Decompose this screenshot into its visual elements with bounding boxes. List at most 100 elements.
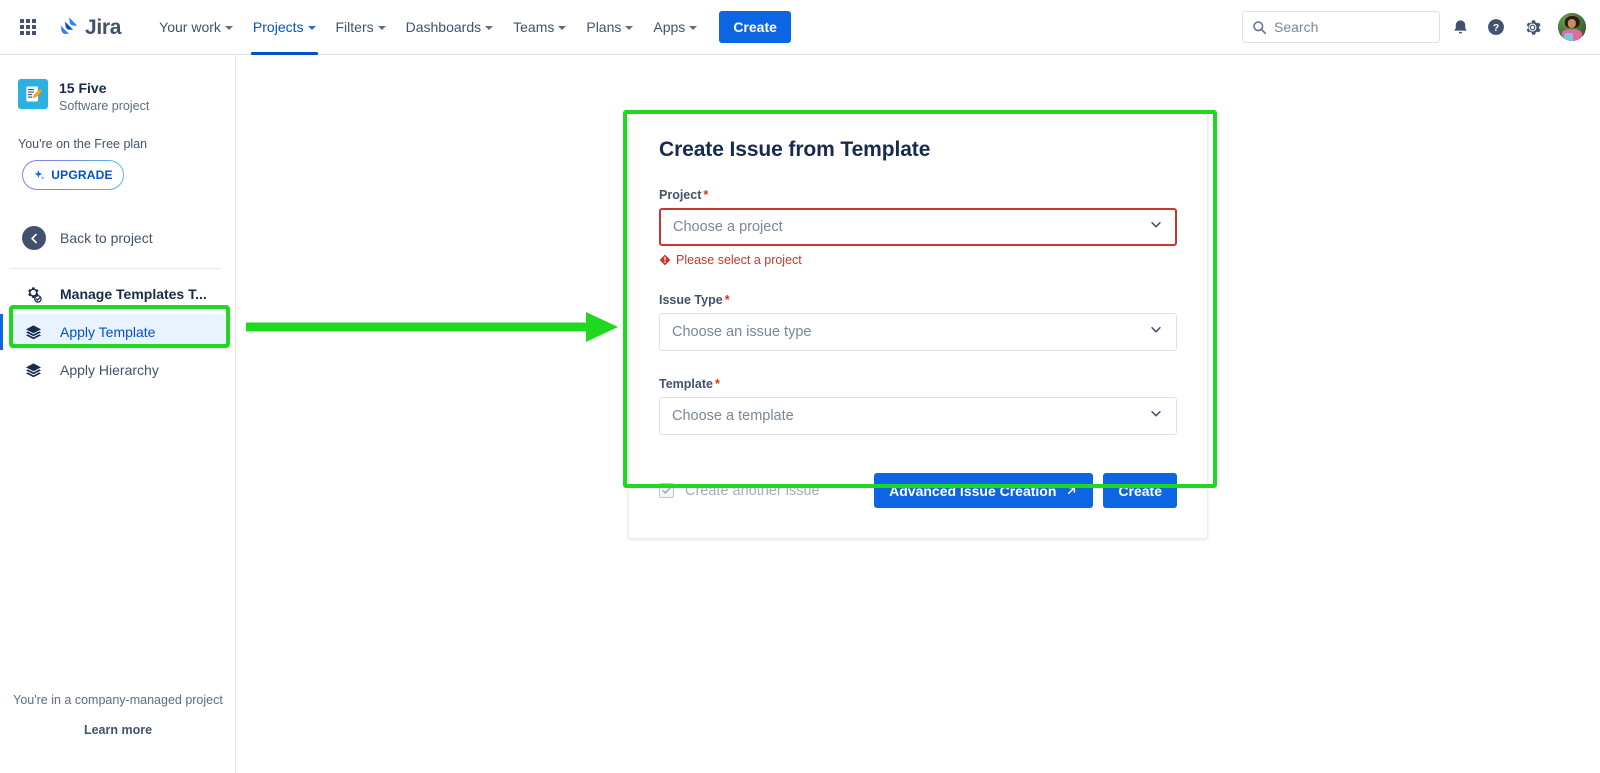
required-asterisk: * xyxy=(715,377,720,391)
card-actions: Create another issue Advanced Issue Crea… xyxy=(659,473,1177,508)
sidebar-item-label: Manage Templates T... xyxy=(60,286,207,302)
sidebar-footer: You're in a company-managed project Lear… xyxy=(0,693,236,739)
chevron-down-icon xyxy=(308,26,316,30)
project-name: 15 Five xyxy=(59,79,149,97)
chevron-down-icon xyxy=(225,26,233,30)
nav-right-cluster: ? xyxy=(1242,11,1600,43)
sidebar-nav-list: Manage Templates T... Apply Template xyxy=(0,276,235,388)
primary-nav-items: Your work Projects Filters Dashboards Te… xyxy=(149,0,791,54)
create-issue-button[interactable]: Create xyxy=(1103,473,1177,508)
project-select-wrapper: Choose a project xyxy=(659,208,1177,246)
error-icon xyxy=(659,254,671,266)
layers-icon xyxy=(22,323,44,342)
nav-item-apps[interactable]: Apps xyxy=(643,0,707,54)
nav-label: Your work xyxy=(159,19,221,35)
company-managed-notice: You're in a company-managed project xyxy=(0,693,236,707)
create-another-issue-checkbox-row[interactable]: Create another issue xyxy=(659,483,820,499)
field-label-text: Project xyxy=(659,188,701,202)
project-meta: 15 Five Software project xyxy=(59,79,149,115)
required-asterisk: * xyxy=(703,188,708,202)
nav-item-teams[interactable]: Teams xyxy=(503,0,576,54)
main-content-area: Create Issue from Template Project* Choo… xyxy=(237,55,1600,773)
create-another-issue-checkbox[interactable] xyxy=(659,483,674,498)
sidebar-item-label: Apply Template xyxy=(60,324,155,340)
create-issue-from-template-card: Create Issue from Template Project* Choo… xyxy=(628,111,1208,539)
chevron-down-icon xyxy=(558,26,566,30)
project-avatar xyxy=(18,79,48,109)
nav-item-plans[interactable]: Plans xyxy=(576,0,643,54)
jira-mark-icon xyxy=(58,16,80,38)
create-another-issue-label: Create another issue xyxy=(685,483,820,499)
notepad-pencil-icon xyxy=(23,84,43,104)
user-avatar[interactable] xyxy=(1558,13,1586,41)
sidebar-item-apply-template[interactable]: Apply Template xyxy=(10,314,225,350)
project-select[interactable]: Choose a project xyxy=(659,208,1177,246)
field-label-text: Issue Type xyxy=(659,293,723,307)
search-input[interactable] xyxy=(1274,19,1424,35)
sidebar-item-manage-templates[interactable]: Manage Templates T... xyxy=(10,276,225,312)
issue-type-select-placeholder: Choose an issue type xyxy=(672,324,811,340)
nav-item-filters[interactable]: Filters xyxy=(326,0,396,54)
layers-icon xyxy=(22,361,44,380)
field-label-text: Template xyxy=(659,377,713,391)
sparkle-icon xyxy=(33,169,46,182)
back-to-project-label: Back to project xyxy=(60,230,153,246)
jira-wordmark: Jira xyxy=(85,17,121,38)
field-project: Project* Choose a project Please xyxy=(659,188,1177,267)
nav-item-projects[interactable]: Projects xyxy=(243,0,326,54)
project-type: Software project xyxy=(59,98,149,115)
check-icon xyxy=(661,485,672,496)
advanced-issue-creation-button[interactable]: Advanced Issue Creation xyxy=(874,473,1093,508)
learn-more-link[interactable]: Learn more xyxy=(84,723,152,737)
search-box[interactable] xyxy=(1242,11,1440,43)
project-header[interactable]: 15 Five Software project xyxy=(0,55,235,115)
nav-item-dashboards[interactable]: Dashboards xyxy=(396,0,504,54)
project-select-placeholder: Choose a project xyxy=(673,219,783,235)
page-title: Create Issue from Template xyxy=(659,138,1177,162)
project-sidebar: 15 Five Software project You're on the F… xyxy=(0,55,236,773)
plan-status-text: You're on the Free plan xyxy=(0,115,235,151)
back-to-project-button[interactable]: Back to project xyxy=(22,220,225,256)
card-button-group: Advanced Issue Creation Create xyxy=(874,473,1177,508)
field-template: Template* Choose a template xyxy=(659,377,1177,435)
field-label-project: Project* xyxy=(659,188,1177,202)
svg-text:?: ? xyxy=(1493,23,1499,34)
help-button[interactable]: ? xyxy=(1480,11,1512,43)
notifications-button[interactable] xyxy=(1444,11,1476,43)
sidebar-divider xyxy=(10,268,221,269)
jira-home-logo[interactable]: Jira xyxy=(58,16,121,38)
arrow-left-circle-icon xyxy=(22,226,46,250)
issue-type-select-wrapper: Choose an issue type xyxy=(659,313,1177,351)
nav-label: Apps xyxy=(653,19,685,35)
issue-type-select[interactable]: Choose an issue type xyxy=(659,313,1177,351)
settings-button[interactable] xyxy=(1516,11,1548,43)
sidebar-item-apply-hierarchy[interactable]: Apply Hierarchy xyxy=(10,352,225,388)
app-switcher-button[interactable] xyxy=(12,11,44,43)
chevron-down-icon xyxy=(485,26,493,30)
template-select[interactable]: Choose a template xyxy=(659,397,1177,435)
chevron-down-icon xyxy=(625,26,633,30)
nav-label: Dashboards xyxy=(406,19,482,35)
create-button[interactable]: Create xyxy=(719,11,791,43)
chevron-down-icon xyxy=(378,26,386,30)
nav-label: Plans xyxy=(586,19,621,35)
help-icon: ? xyxy=(1486,17,1506,37)
gear-check-icon xyxy=(22,285,44,304)
field-label-issue-type: Issue Type* xyxy=(659,293,1177,307)
notifications-bell-icon xyxy=(1451,18,1470,37)
chevron-down-icon xyxy=(689,26,697,30)
settings-gear-icon xyxy=(1523,18,1542,37)
upgrade-button[interactable]: UPGRADE xyxy=(22,160,124,190)
nav-label: Projects xyxy=(253,19,304,35)
search-icon xyxy=(1252,20,1267,35)
template-select-wrapper: Choose a template xyxy=(659,397,1177,435)
top-navigation-bar: Jira Your work Projects Filters Dashboar… xyxy=(0,0,1600,55)
required-asterisk: * xyxy=(725,293,730,307)
nav-item-your-work[interactable]: Your work xyxy=(149,0,243,54)
field-issue-type: Issue Type* Choose an issue type xyxy=(659,293,1177,351)
grid-apps-icon xyxy=(20,19,36,35)
nav-label: Filters xyxy=(336,19,374,35)
error-text: Please select a project xyxy=(676,253,802,267)
project-error-message: Please select a project xyxy=(659,253,1177,267)
sidebar-item-label: Apply Hierarchy xyxy=(60,362,159,378)
